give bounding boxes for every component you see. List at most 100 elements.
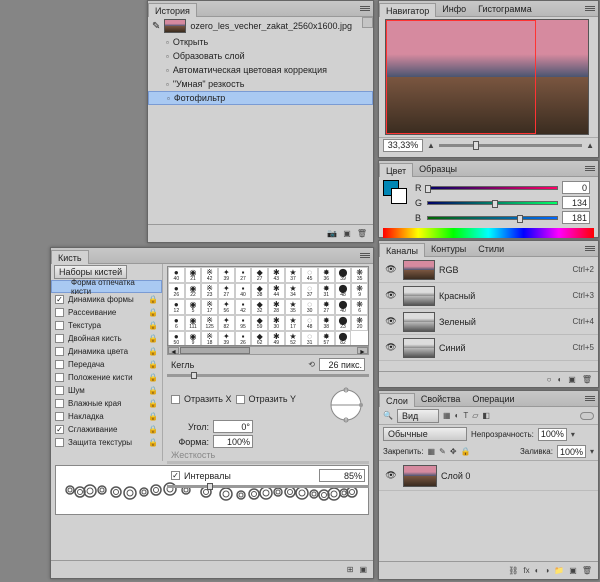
navigator-preview[interactable] — [385, 19, 589, 135]
section-checkbox[interactable] — [55, 308, 64, 317]
channel-row[interactable]: 👁СинийCtrl+5 — [379, 335, 598, 361]
lock-transparency-icon[interactable]: ▦ — [428, 447, 436, 456]
b-slider[interactable] — [427, 216, 558, 220]
brush-tip[interactable]: ▪40 — [235, 283, 252, 299]
trash-icon[interactable]: 🗑 — [582, 566, 592, 575]
section-checkbox[interactable] — [55, 425, 64, 434]
brush-section[interactable]: Текстура🔒 — [51, 319, 162, 332]
brush-tip[interactable]: ⬤48 — [335, 283, 352, 299]
brush-tip[interactable]: ※17 — [201, 299, 218, 315]
brush-tip[interactable]: ✸57 — [318, 331, 335, 346]
brush-tip[interactable]: ◉5 — [185, 299, 202, 315]
trash-icon[interactable]: 🗑 — [357, 229, 367, 238]
section-checkbox[interactable] — [55, 347, 64, 356]
brush-tip[interactable]: ✱44 — [268, 283, 285, 299]
brush-tip[interactable]: ❋35 — [351, 267, 368, 283]
tab-histogram[interactable]: Гистограмма — [472, 2, 538, 15]
opacity-input[interactable]: 100% — [538, 428, 567, 441]
brush-tip[interactable]: ★35 — [285, 299, 302, 315]
section-checkbox[interactable] — [55, 386, 64, 395]
brush-tip[interactable]: ※18 — [201, 331, 218, 346]
brush-tip[interactable]: ✱49 — [268, 331, 285, 346]
tab-brush[interactable]: Кисть — [51, 250, 89, 264]
brush-tip[interactable]: ✦27 — [218, 283, 235, 299]
panel-menu-icon[interactable] — [360, 4, 370, 14]
brush-tip[interactable]: ▪26 — [235, 331, 252, 346]
brush-tip[interactable]: ✱30 — [268, 315, 285, 331]
section-checkbox[interactable] — [55, 295, 64, 304]
layer-row[interactable]: 👁 Слой 0 — [379, 461, 598, 491]
brush-tip[interactable]: ⬤23 — [335, 315, 352, 331]
new-brush-icon[interactable]: ▣ — [359, 565, 367, 574]
tab-paths[interactable]: Контуры — [425, 242, 472, 255]
angle-input[interactable]: 0° — [213, 420, 253, 433]
brush-tip[interactable]: ✸38 — [318, 315, 335, 331]
brush-section[interactable]: Форма отпечатка кисти — [51, 280, 162, 293]
brush-tip[interactable]: ◌45 — [301, 267, 318, 283]
zoom-slider[interactable] — [439, 144, 582, 147]
brush-section[interactable]: Передача🔒 — [51, 358, 162, 371]
brush-tip[interactable]: ❋6 — [351, 299, 368, 315]
tab-color[interactable]: Цвет — [379, 163, 413, 177]
zoom-out-icon[interactable]: ▲ — [427, 141, 435, 150]
history-step[interactable]: ▫Фотофильтр — [148, 91, 373, 105]
brush-tip[interactable]: ✦56 — [218, 299, 235, 315]
navigator-viewbox[interactable] — [386, 20, 536, 134]
brush-tip[interactable]: ※42 — [201, 267, 218, 283]
size-input[interactable]: 26 пикс. — [319, 358, 365, 371]
history-tab[interactable]: История — [148, 3, 197, 17]
history-step[interactable]: ▫Открыть — [148, 35, 373, 49]
zoom-in-icon[interactable]: ▲ — [586, 141, 594, 150]
brush-tip[interactable]: ◉9 — [185, 331, 202, 346]
brush-section[interactable]: Динамика цвета🔒 — [51, 345, 162, 358]
filter-smart-icon[interactable]: ◧ — [482, 411, 490, 420]
zoom-level-input[interactable]: 33,33% — [383, 139, 423, 152]
brush-tip[interactable]: ◌37 — [301, 283, 318, 299]
brush-tip[interactable]: ◆38 — [251, 283, 268, 299]
brush-tip[interactable]: ⬤39 — [335, 267, 352, 283]
brush-tip[interactable]: ※125 — [201, 315, 218, 331]
filter-toggle[interactable] — [580, 412, 594, 420]
section-checkbox[interactable] — [55, 360, 64, 369]
r-input[interactable]: 0 — [562, 181, 590, 194]
tab-info[interactable]: Инфо — [436, 2, 472, 15]
brush-tip[interactable]: ●6 — [168, 315, 185, 331]
brush-tip[interactable]: ●50 — [168, 331, 185, 346]
panel-menu-icon[interactable] — [585, 164, 595, 174]
fill-input[interactable]: 100% — [557, 445, 586, 458]
g-input[interactable]: 134 — [562, 196, 590, 209]
section-checkbox[interactable] — [55, 412, 64, 421]
brush-tip[interactable]: ◌48 — [301, 315, 318, 331]
brush-tip[interactable]: ◌30 — [301, 299, 318, 315]
trash-icon[interactable]: 🗑 — [582, 375, 592, 384]
brush-section[interactable]: Положение кисти🔒 — [51, 371, 162, 384]
brush-tip[interactable]: ▪95 — [235, 315, 252, 331]
tab-properties[interactable]: Свойства — [415, 392, 467, 405]
filter-adjust-icon[interactable]: ◐ — [455, 411, 460, 420]
eye-icon[interactable]: 👁 — [385, 470, 396, 480]
brush-tip[interactable]: ◌31 — [301, 331, 318, 346]
brush-tip[interactable]: ✦82 — [218, 315, 235, 331]
panel-menu-icon[interactable] — [585, 4, 595, 14]
lock-position-icon[interactable]: ✥ — [450, 447, 457, 456]
tab-layers[interactable]: Слои — [379, 393, 415, 407]
tab-channels[interactable]: Каналы — [379, 243, 425, 257]
flip-y-checkbox[interactable] — [236, 395, 245, 404]
save-selection-icon[interactable]: ◐ — [557, 375, 562, 384]
section-checkbox[interactable] — [55, 334, 64, 343]
group-icon[interactable]: 📁 — [554, 566, 564, 575]
history-step[interactable]: ▫Образовать слой — [148, 49, 373, 63]
layer-filter-dropdown[interactable]: Вид — [397, 409, 439, 423]
flip-size-icon[interactable]: ⟲ — [308, 360, 315, 369]
filter-pixel-icon[interactable]: ▦ — [443, 411, 451, 420]
brush-tip[interactable]: ●12 — [168, 299, 185, 315]
brush-tip[interactable]: ✸27 — [318, 299, 335, 315]
panel-menu-icon[interactable] — [585, 394, 595, 404]
g-slider[interactable] — [427, 201, 558, 205]
brush-tip[interactable]: ✱28 — [268, 299, 285, 315]
panel-menu-icon[interactable] — [360, 251, 370, 261]
history-source[interactable]: ✎ ozero_les_vecher_zakat_2560x1600.jpg — [148, 17, 373, 35]
blend-mode-dropdown[interactable]: Обычные — [383, 427, 467, 441]
brush-section[interactable]: Шум🔒 — [51, 384, 162, 397]
history-step[interactable]: ▫Автоматическая цветовая коррекция — [148, 63, 373, 77]
